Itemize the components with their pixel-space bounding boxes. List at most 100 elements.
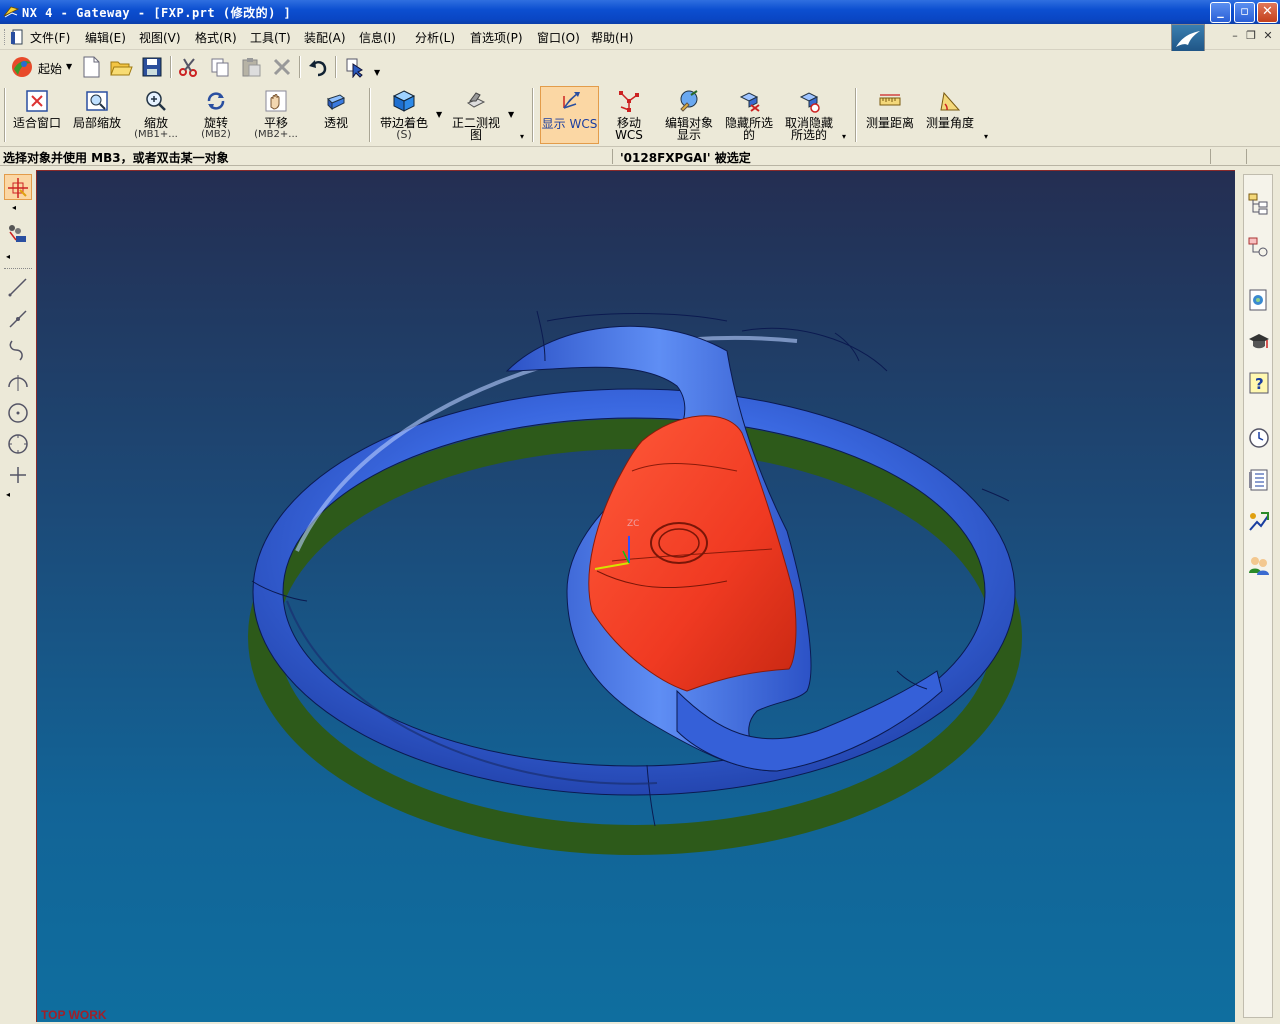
- menu-preferences[interactable]: 首选项(P): [470, 29, 523, 46]
- menu-format[interactable]: 格式(R): [195, 29, 237, 46]
- shaded-with-edges-button[interactable]: 带边着色 (S): [374, 86, 434, 144]
- wcs-zc-label: ZC: [627, 519, 639, 529]
- new-button[interactable]: [78, 54, 104, 80]
- mdi-minimize-icon[interactable]: –: [1228, 30, 1242, 44]
- pan-hand-icon: [265, 90, 287, 112]
- line-icon[interactable]: [6, 275, 30, 299]
- fit-button[interactable]: 适合窗口: [8, 86, 66, 144]
- line-through-point-icon[interactable]: [6, 307, 30, 331]
- toolbar-separator: [855, 88, 857, 142]
- unhide-icon: [799, 92, 820, 113]
- help-icon[interactable]: ?: [1247, 371, 1271, 395]
- save-button[interactable]: [139, 54, 165, 80]
- process-studio-icon[interactable]: [1247, 510, 1271, 534]
- utility-toolbar-options-icon[interactable]: ▾: [842, 132, 846, 141]
- trimetric-button[interactable]: 正二测视 图: [446, 86, 506, 144]
- menu-assemblies[interactable]: 装配(A): [304, 29, 346, 46]
- close-button[interactable]: ✕: [1257, 2, 1278, 23]
- unhide-selected-button[interactable]: 取消隐藏 所选的: [781, 86, 837, 144]
- menu-window[interactable]: 窗口(O): [537, 29, 580, 46]
- open-folder-icon: [110, 61, 133, 76]
- ruler-icon: [879, 94, 901, 106]
- menu-grip: [4, 29, 7, 45]
- perspective-button[interactable]: 透视: [310, 86, 362, 144]
- system-materials-icon[interactable]: [1247, 468, 1271, 492]
- paste-button[interactable]: [238, 54, 264, 80]
- collapse-arrow-icon[interactable]: ◂: [12, 203, 16, 212]
- selection-tree-icon[interactable]: [6, 222, 30, 246]
- part-navigator-icon[interactable]: [1247, 236, 1271, 260]
- edit-object-display-button[interactable]: 编辑对象 显示: [661, 86, 717, 144]
- zoom-region-icon: [86, 91, 108, 111]
- window-title: NX 4 - Gateway - [FXP.prt (修改的) ]: [22, 6, 292, 20]
- start-button[interactable]: 起始 ▼: [10, 55, 72, 79]
- spline-icon[interactable]: [6, 338, 30, 362]
- training-cap-icon[interactable]: [1247, 330, 1271, 354]
- hide-icon: [739, 92, 760, 112]
- assembly-navigator-icon[interactable]: [1247, 192, 1271, 216]
- measure-angle-button[interactable]: 测量角度: [922, 86, 978, 144]
- graphics-window[interactable]: ZC TOP WORK: [36, 170, 1235, 1022]
- measure-angle-label: 测量角度: [925, 116, 974, 130]
- hide-selected-label-2: 的: [742, 128, 755, 142]
- minimize-button[interactable]: _: [1210, 2, 1231, 23]
- view-toolbar-options-icon[interactable]: ▾: [520, 132, 524, 141]
- svg-text:?: ?: [1255, 375, 1264, 393]
- restore-button[interactable]: ▫: [1234, 2, 1255, 23]
- selection-filter-button[interactable]: [342, 54, 368, 80]
- unhide-selected-label-2: 所选的: [790, 128, 827, 142]
- history-palette-icon[interactable]: [1247, 288, 1271, 312]
- zoom-sub-label: (MB1+...: [134, 129, 178, 140]
- fit-icon: [26, 90, 48, 112]
- measure-toolbar-options-icon[interactable]: ▾: [984, 132, 988, 141]
- pan-button[interactable]: 平移 (MB2+...: [250, 86, 302, 144]
- delete-button[interactable]: [269, 54, 295, 80]
- menu-file[interactable]: 文件(F): [30, 29, 70, 46]
- collapse-arrow-icon[interactable]: ◂: [6, 252, 10, 261]
- nx-app-icon[interactable]: [3, 4, 19, 20]
- rotate-label: 旋转: [203, 116, 228, 130]
- measure-distance-button[interactable]: 测量距离: [862, 86, 918, 144]
- edit-display-label-2: 显示: [676, 128, 701, 142]
- menu-tools[interactable]: 工具(T): [250, 29, 291, 46]
- model-viewport[interactable]: ZC: [37, 171, 1235, 1022]
- toolbar-grip: [4, 88, 6, 142]
- shading-dropdown-icon[interactable]: ▼: [436, 110, 442, 119]
- move-wcs-button[interactable]: 移动 WCS: [602, 86, 656, 144]
- display-wcs-button[interactable]: 显示 WCS: [540, 86, 599, 144]
- history-clock-icon[interactable]: [1247, 426, 1271, 450]
- rotate-button[interactable]: 旋转 (MB2): [190, 86, 242, 144]
- menu-information[interactable]: 信息(I): [359, 29, 396, 46]
- cue-status-bar: 选择对象并使用 MB3，或者双击某一对象 '0128FXPGAI' 被选定: [0, 147, 1280, 166]
- arc-icon[interactable]: [6, 369, 30, 393]
- roles-icon[interactable]: [1247, 553, 1271, 577]
- point-icon[interactable]: [6, 463, 30, 487]
- menu-analysis[interactable]: 分析(L): [415, 29, 455, 46]
- menu-view[interactable]: 视图(V): [139, 29, 181, 46]
- orient-dropdown-icon[interactable]: ▼: [508, 110, 514, 119]
- status-divider: [612, 149, 613, 164]
- circle-icon[interactable]: [6, 432, 30, 456]
- display-wcs-label: 显示 WCS: [541, 117, 598, 131]
- snap-crosshair-icon: [8, 178, 28, 198]
- zoom-button[interactable]: 缩放 (MB1+...: [130, 86, 182, 144]
- selection-dropdown-icon[interactable]: ▼: [374, 68, 380, 77]
- steering-wheel-model[interactable]: [248, 310, 1022, 855]
- zoom-region-button[interactable]: 局部缩放: [68, 86, 126, 144]
- shaded-cube-icon: [392, 90, 416, 112]
- hide-selected-button[interactable]: 隐藏所选 的: [721, 86, 777, 144]
- undo-icon: [309, 60, 327, 77]
- mdi-close-icon[interactable]: ✕: [1261, 30, 1275, 44]
- copy-button[interactable]: [207, 54, 233, 80]
- snap-point-button[interactable]: [4, 174, 32, 200]
- menu-edit[interactable]: 编辑(E): [85, 29, 126, 46]
- document-icon[interactable]: [10, 29, 24, 45]
- save-icon: [142, 57, 162, 77]
- menu-help[interactable]: 帮助(H): [591, 29, 633, 46]
- cut-button[interactable]: [176, 54, 202, 80]
- collapse-arrow-icon[interactable]: ◂: [6, 490, 10, 499]
- circle-center-icon[interactable]: [6, 401, 30, 425]
- mdi-restore-icon[interactable]: ❐: [1244, 30, 1258, 44]
- open-button[interactable]: [108, 54, 134, 80]
- undo-button[interactable]: [305, 54, 331, 80]
